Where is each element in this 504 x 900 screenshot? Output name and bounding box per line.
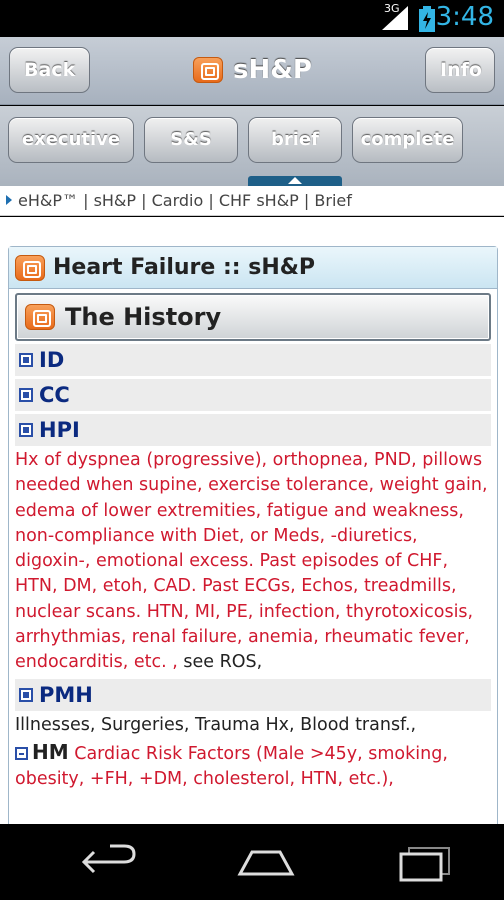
hpi-ros-link[interactable]: ROS, [220, 652, 263, 672]
back-nav-icon[interactable] [80, 840, 140, 884]
app-logo-icon [193, 57, 223, 83]
hpi-text: Hx of dyspnea (progressive), orthopnea, … [15, 448, 489, 676]
expand-icon [19, 388, 33, 402]
pmh-text: Illnesses, Surgeries, Trauma Hx, Blood t… [15, 714, 417, 735]
content-area: Heart Failure :: sH&P The History ID CC … [0, 217, 504, 824]
history-logo-icon [25, 304, 55, 330]
expand-icon [19, 353, 33, 367]
breadcrumb-arrow-icon [6, 195, 12, 205]
signal-icon [382, 6, 408, 30]
hpi-body: Hx of dyspnea (progressive), orthopnea, … [15, 450, 488, 673]
panel-logo-icon [15, 254, 45, 281]
history-title: The History [65, 303, 222, 331]
history-header[interactable]: The History [15, 293, 491, 341]
section-hpi[interactable]: HPI [15, 414, 491, 446]
section-id-label: ID [39, 348, 65, 372]
tab-s-and-s[interactable]: S&S [144, 117, 238, 163]
hp-panel: Heart Failure :: sH&P The History ID CC … [8, 246, 498, 824]
breadcrumb[interactable]: eH&P™ | sH&P | Cardio | CHF sH&P | Brief [0, 186, 504, 216]
panel-title: Heart Failure :: sH&P [9, 247, 497, 289]
expand-icon [19, 423, 33, 437]
home-nav-icon[interactable] [236, 840, 296, 884]
tab-complete[interactable]: complete [352, 117, 463, 163]
hm-text: Cardiac Risk Factors (Male >45y, smoking… [15, 743, 448, 789]
panel-title-text: Heart Failure :: sH&P [53, 255, 316, 280]
app-title-text: sH&P [233, 55, 312, 85]
tab-bar: executive S&S brief complete [0, 106, 504, 186]
back-button[interactable]: Back [9, 47, 90, 93]
section-pmh-label: PMH [39, 682, 93, 707]
breadcrumb-text: eH&P™ | sH&P | Cardio | CHF sH&P | Brief [18, 191, 352, 210]
battery-charging-icon [419, 6, 435, 32]
section-hm-label: HM [32, 739, 69, 764]
section-cc-label: CC [39, 383, 70, 407]
section-cc[interactable]: CC [15, 379, 491, 411]
info-button[interactable]: Info [425, 47, 495, 93]
expand-icon [19, 687, 33, 702]
app-header: Back sH&P Info [0, 37, 504, 105]
section-id[interactable]: ID [15, 344, 491, 376]
hpi-see: see [183, 652, 215, 673]
section-hm[interactable]: HM Cardiac Risk Factors (Male >45y, smok… [15, 740, 489, 792]
tab-executive[interactable]: executive [8, 117, 134, 163]
tab-brief[interactable]: brief [248, 117, 342, 163]
active-tab-indicator [248, 176, 342, 186]
app-title: sH&P [193, 53, 312, 87]
collapse-icon [15, 746, 28, 760]
clock: 3:48 [435, 2, 494, 32]
section-hpi-label: HPI [39, 418, 80, 442]
system-nav-bar [0, 824, 504, 900]
recent-apps-icon[interactable] [395, 840, 455, 884]
section-pmh[interactable]: PMH [15, 678, 491, 711]
status-bar: 3G 3:48 [0, 0, 504, 37]
